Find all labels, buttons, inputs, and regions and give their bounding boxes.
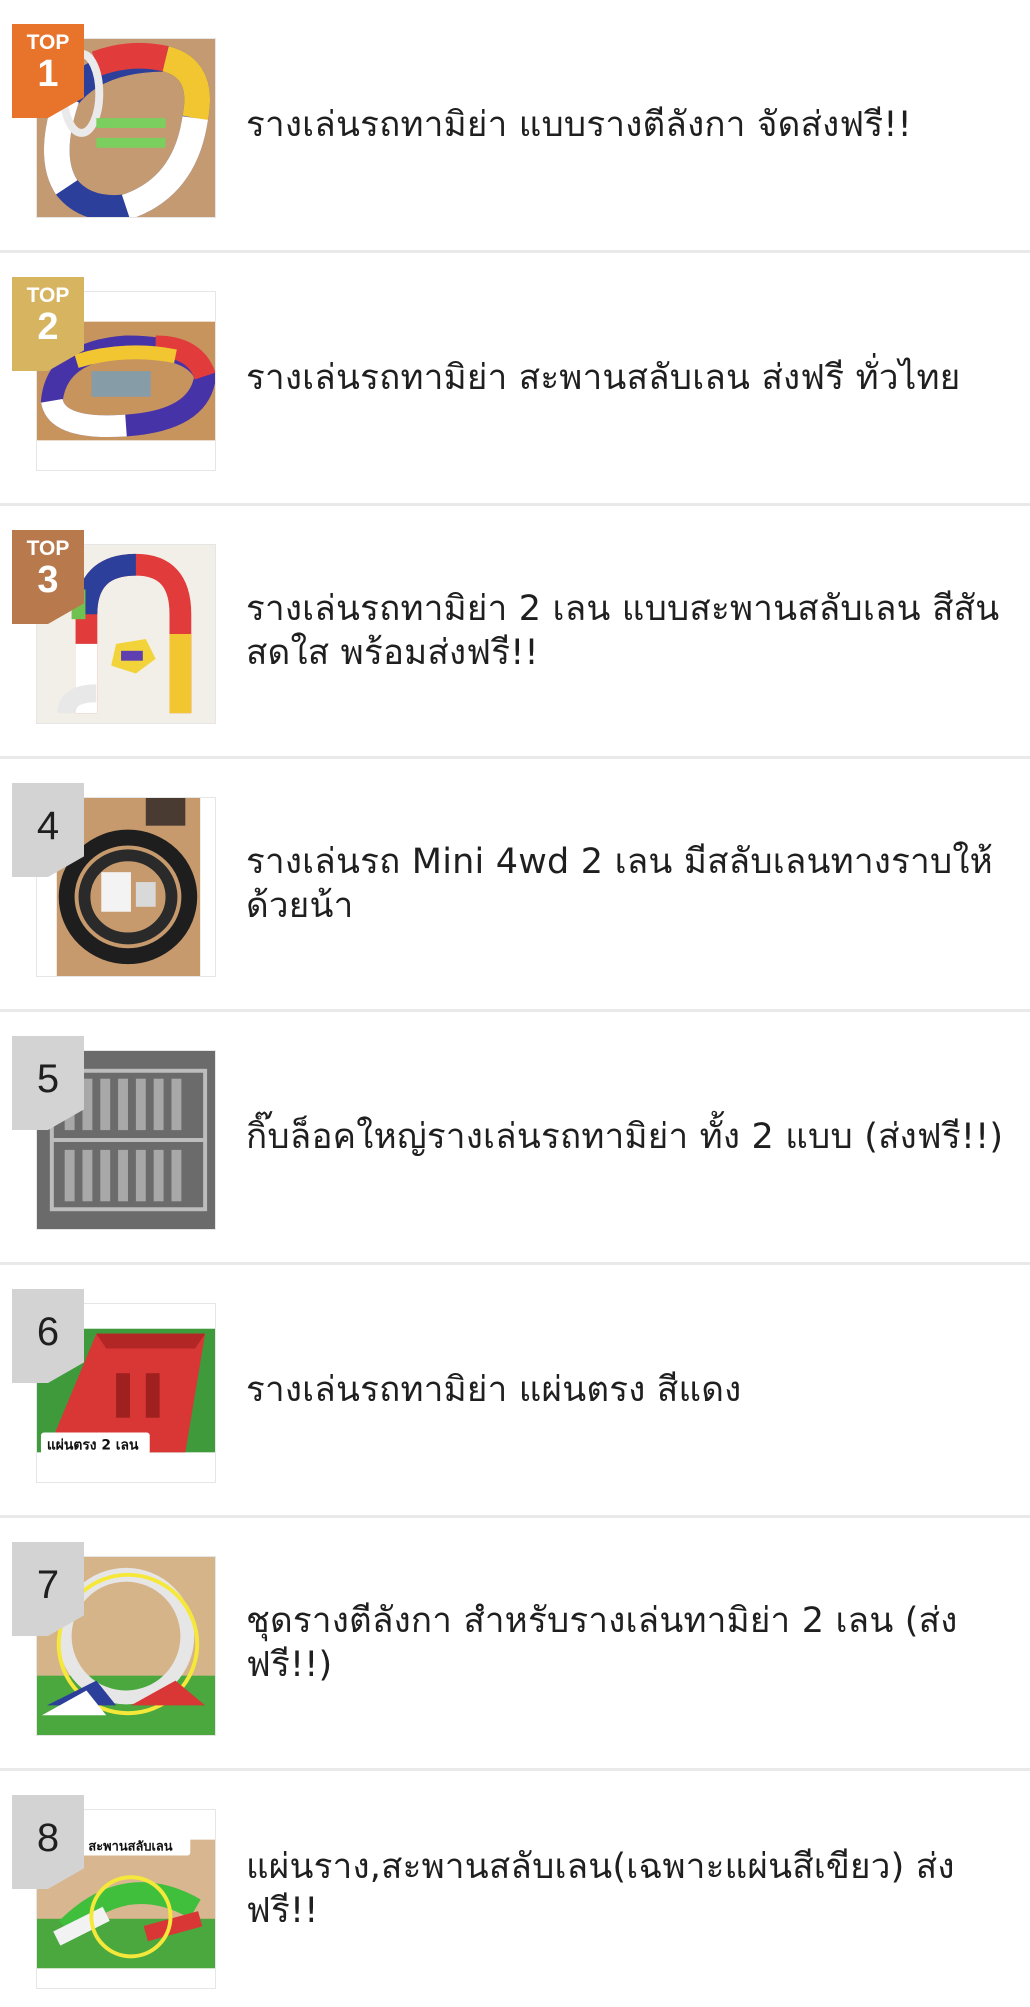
rank-number: 8	[36, 1816, 60, 1860]
list-item[interactable]: แผ่นตรง 2 เลน รางเล่นรถทามิย่า แผ่นตรง ส…	[0, 1265, 1030, 1518]
product-title[interactable]: ชุดรางตีลังกา สำหรับรางเล่นทามิย่า 2 เลน…	[246, 1518, 1010, 1768]
product-title[interactable]: รางเล่นรถทามิย่า แบบรางตีลังกา จัดส่งฟรี…	[246, 0, 1010, 250]
list-item[interactable]: กิ๊บล็อคใหญ่รางเล่นรถทามิย่า ทั้ง 2 แบบ …	[0, 1012, 1030, 1265]
product-title[interactable]: รางเล่นรถ Mini 4wd 2 เลน มีสลับเลนทางราบ…	[246, 759, 1010, 1009]
rank-number: 1	[37, 53, 59, 95]
list-item[interactable]: รางเล่นรถทามิย่า 2 เลน แบบสะพานสลับเลน ส…	[0, 506, 1030, 759]
list-item[interactable]: สะพานสลับเลน แผ่นราง,สะพานสลับเลน(เฉพาะแ…	[0, 1771, 1030, 2007]
top-label: TOP	[26, 31, 70, 54]
rank-number: 5	[36, 1057, 60, 1101]
product-ranking-list: รางเล่นรถทามิย่า แบบรางตีลังกา จัดส่งฟรี…	[0, 0, 1030, 2007]
top-label: TOP	[26, 284, 70, 307]
rank-number: 4	[36, 804, 60, 848]
product-title[interactable]: รางเล่นรถทามิย่า 2 เลน แบบสะพานสลับเลน ส…	[246, 506, 1010, 756]
rank-number: 2	[37, 306, 59, 348]
product-title[interactable]: กิ๊บล็อคใหญ่รางเล่นรถทามิย่า ทั้ง 2 แบบ …	[246, 1012, 1010, 1262]
list-item[interactable]: ชุดรางตีลังกา สำหรับรางเล่นทามิย่า 2 เลน…	[0, 1518, 1030, 1771]
list-item[interactable]: รางเล่นรถทามิย่า สะพานสลับเลน ส่งฟรี ทั่…	[0, 253, 1030, 506]
image-caption: แผ่นตรง 2 เลน	[47, 1437, 139, 1453]
product-title[interactable]: รางเล่นรถทามิย่า สะพานสลับเลน ส่งฟรี ทั่…	[246, 253, 1010, 503]
top-label: TOP	[26, 537, 70, 560]
list-item[interactable]: รางเล่นรถ Mini 4wd 2 เลน มีสลับเลนทางราบ…	[0, 759, 1030, 1012]
product-title[interactable]: รางเล่นรถทามิย่า แผ่นตรง สีแดง	[246, 1265, 1010, 1515]
product-title[interactable]: แผ่นราง,สะพานสลับเลน(เฉพาะแผ่นสีเขียว) ส…	[246, 1771, 1010, 2007]
image-caption: สะพานสลับเลน	[88, 1840, 172, 1855]
list-item[interactable]: รางเล่นรถทามิย่า แบบรางตีลังกา จัดส่งฟรี…	[0, 0, 1030, 253]
rank-number: 7	[36, 1563, 60, 1607]
rank-number: 6	[36, 1310, 60, 1354]
rank-number: 3	[37, 559, 59, 601]
